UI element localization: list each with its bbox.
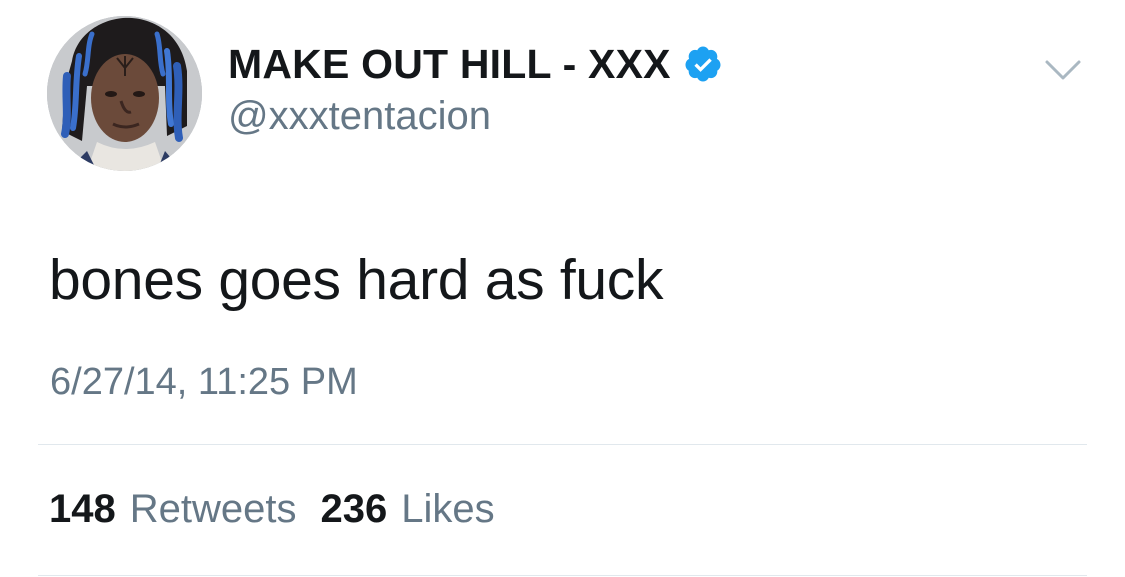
likes-count: 236	[320, 487, 388, 531]
divider	[38, 575, 1087, 576]
tweet-text: bones goes hard as fuck	[49, 248, 664, 312]
user-handle[interactable]: @xxxtentacion	[228, 94, 491, 139]
profile-photo-icon	[47, 16, 202, 171]
display-name[interactable]: MAKE OUT HILL - XXX	[228, 41, 671, 88]
retweets-count: 148	[49, 487, 116, 531]
likes-stat[interactable]: 236 Likes	[321, 487, 495, 532]
display-name-row[interactable]: MAKE OUT HILL - XXX	[228, 38, 723, 90]
verified-badge-icon	[683, 44, 723, 84]
avatar[interactable]	[47, 16, 202, 171]
tweet-timestamp[interactable]: 6/27/14, 11:25 PM	[50, 361, 358, 404]
tweet-card: MAKE OUT HILL - XXX @xxxtentacion bones …	[0, 0, 1125, 577]
retweets-stat[interactable]: 148 Retweets	[49, 487, 297, 532]
divider	[38, 444, 1087, 445]
likes-label: Likes	[401, 487, 495, 531]
chevron-down-icon[interactable]	[1044, 58, 1082, 84]
retweets-label: Retweets	[129, 487, 297, 531]
tweet-stats: 148 Retweets 236 Likes	[49, 487, 519, 532]
